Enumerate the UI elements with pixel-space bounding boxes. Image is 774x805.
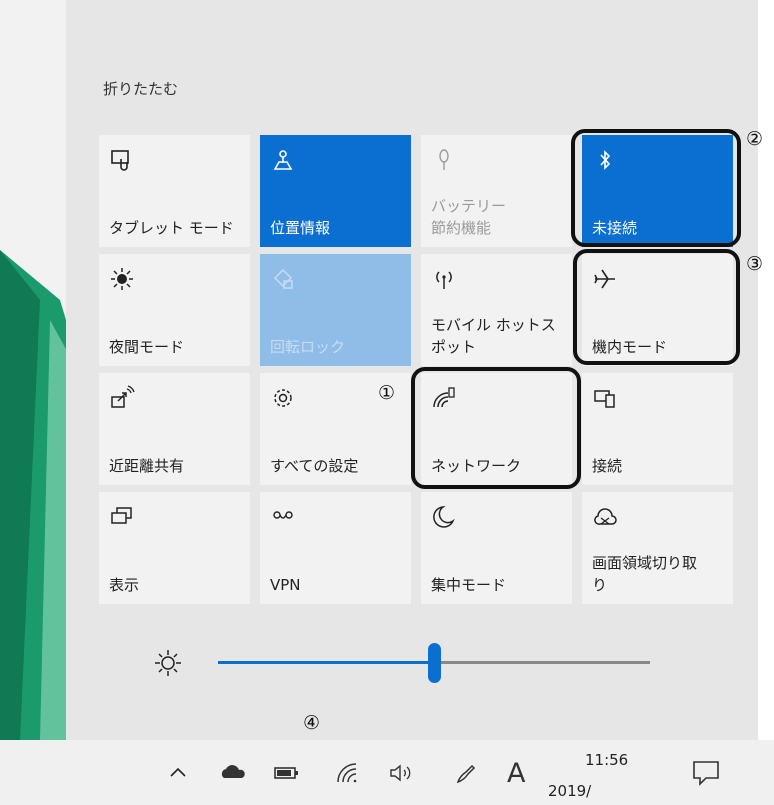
wallpaper-graphic <box>0 250 72 740</box>
clock-time[interactable]: 11:56 <box>585 751 628 769</box>
tile-focus-assist[interactable]: 集中モード <box>421 492 572 604</box>
location-icon <box>273 150 293 170</box>
tablet-mode-icon <box>111 150 129 171</box>
tile-label: 回転ロック <box>270 338 346 356</box>
callout-box-1 <box>411 367 581 489</box>
night-light-icon <box>111 268 133 290</box>
tile-vpn[interactable]: VPN <box>260 492 411 604</box>
onedrive-icon[interactable] <box>218 762 248 782</box>
gear-icon <box>274 389 292 407</box>
tile-label: 画面領域切り取 り <box>592 554 698 594</box>
clock-date[interactable]: 2019/ <box>548 782 591 800</box>
callout-box-3 <box>573 249 740 365</box>
callout-number-3: ③ <box>746 253 764 275</box>
tile-rotation-lock[interactable]: 回転ロック <box>260 254 411 366</box>
project-icon <box>111 507 132 524</box>
callout-box-2 <box>571 129 741 247</box>
callout-number-2: ② <box>746 128 764 150</box>
volume-icon[interactable] <box>388 762 418 784</box>
connect-icon <box>594 390 615 408</box>
brightness-slider[interactable] <box>218 643 650 683</box>
brightness-thumb[interactable] <box>428 643 441 683</box>
network-icon[interactable] <box>334 758 368 786</box>
battery-icon[interactable] <box>272 764 302 782</box>
callout-number-1: ① <box>378 382 396 404</box>
tile-label: VPN <box>270 576 301 594</box>
tile-project[interactable]: 表示 <box>99 492 250 604</box>
tile-label: バッテリー 節約機能 <box>431 197 507 237</box>
snip-icon <box>594 508 617 525</box>
callout-number-4: ④ <box>303 712 321 734</box>
tile-battery-saver[interactable]: バッテリー 節約機能 <box>421 135 572 247</box>
tile-connect[interactable]: 接続 <box>582 373 733 485</box>
tile-night-light[interactable]: 夜間モード <box>99 254 250 366</box>
tile-label: すべての設定 <box>270 457 359 475</box>
brightness-fill <box>218 661 434 664</box>
vpn-icon <box>273 511 293 519</box>
pen-ink-icon[interactable] <box>452 760 480 788</box>
taskbar <box>0 740 774 805</box>
rotation-lock-icon <box>273 268 293 289</box>
tile-label: 接続 <box>592 457 623 475</box>
tile-nearby-sharing[interactable]: 近距離共有 <box>99 373 250 485</box>
brightness-icon <box>155 650 181 676</box>
battery-saver-icon <box>439 149 449 170</box>
tile-label: 位置情報 <box>270 219 331 237</box>
desktop-wallpaper <box>0 0 72 740</box>
notification-center-icon[interactable] <box>690 758 722 788</box>
tile-snip[interactable]: 画面領域切り取 り <box>582 492 733 604</box>
focus-assist-icon <box>433 506 455 528</box>
tile-label: 近距離共有 <box>109 457 185 475</box>
chevron-up-icon[interactable] <box>168 764 188 780</box>
nearby-sharing-icon <box>111 385 135 408</box>
ime-mode-indicator[interactable]: A <box>507 758 525 789</box>
mobile-hotspot-icon <box>436 271 452 289</box>
tile-tablet-mode[interactable]: タブレット モード <box>99 135 250 247</box>
tile-label: 夜間モード <box>109 338 185 356</box>
tile-label: モバイル ホットス ポット <box>431 316 556 356</box>
tile-mobile-hotspot[interactable]: モバイル ホットス ポット <box>421 254 572 366</box>
tile-location[interactable]: 位置情報 <box>260 135 411 247</box>
collapse-button[interactable]: 折りたたむ <box>103 78 178 99</box>
tile-label: 表示 <box>109 576 140 594</box>
tile-label: 集中モード <box>431 576 507 594</box>
tile-label: タブレット モード <box>109 219 234 237</box>
